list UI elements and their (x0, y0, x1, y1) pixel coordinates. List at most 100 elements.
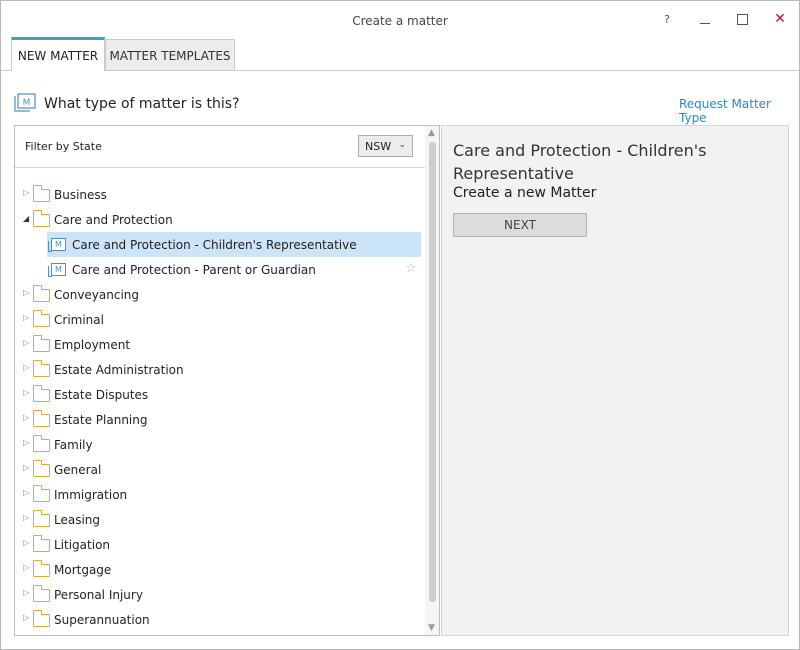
tree-folder-litigation[interactable]: ▷ Litigation (15, 532, 425, 557)
tree-item-label: Conveyancing (54, 288, 140, 302)
expand-arrow-icon[interactable]: ▷ (23, 463, 29, 472)
scroll-up-icon[interactable]: ▲ (428, 128, 435, 138)
title-bar[interactable]: Create a matter ? ✕ (1, 1, 799, 39)
tree-item-label: Care and Protection - Children's Represe… (72, 238, 357, 252)
tree-folder-estate-disputes[interactable]: ▷ Estate Disputes (15, 382, 425, 407)
selected-matter-subtitle: Create a new Matter (453, 185, 597, 201)
expand-arrow-icon[interactable]: ▷ (23, 613, 29, 622)
tree-folder-estate-administration[interactable]: ▷ Estate Administration (15, 357, 425, 382)
tree-item-label: Estate Planning (54, 413, 148, 427)
tree-item-label: Care and Protection - Parent or Guardian (72, 263, 316, 277)
tree-folder-general[interactable]: ▷ General (15, 457, 425, 482)
tree-item-label: General (54, 463, 102, 477)
folder-icon (32, 435, 50, 452)
matter-type-tree-panel: Filter by State NSW ⌄ ▷ Business ◢ Care … (14, 125, 440, 636)
tree-item-label: Criminal (54, 313, 104, 327)
filter-by-state-label: Filter by State (25, 140, 102, 153)
tree-folder-estate-planning[interactable]: ▷ Estate Planning (15, 407, 425, 432)
favorite-star-icon[interactable]: ☆ (405, 261, 417, 276)
tree-item-label: Litigation (54, 538, 111, 552)
tree-folder-business[interactable]: ▷ Business (15, 182, 425, 207)
tree-scrollbar[interactable]: ▲ ▼ (425, 126, 439, 635)
folder-icon (32, 210, 50, 227)
window-title: Create a matter (352, 14, 448, 28)
folder-icon (32, 360, 50, 377)
svg-text:M: M (23, 98, 31, 108)
folder-icon (32, 560, 50, 577)
tree-folder-immigration[interactable]: ▷ Immigration (15, 482, 425, 507)
folder-icon (32, 535, 50, 552)
tree-item-label: Care and Protection (54, 213, 173, 227)
expand-arrow-icon[interactable]: ▷ (23, 588, 29, 597)
matter-icon: M (48, 238, 66, 252)
state-dropdown-value: NSW (365, 139, 392, 153)
folder-icon (32, 410, 50, 427)
tree-folder-employment[interactable]: ▷ Employment (15, 332, 425, 357)
next-button[interactable]: NEXT (453, 213, 587, 237)
expand-arrow-icon[interactable]: ▷ (23, 438, 29, 447)
maximize-button[interactable] (732, 9, 752, 29)
filter-bar: Filter by State NSW ⌄ (15, 126, 425, 168)
expand-arrow-icon[interactable]: ▷ (23, 288, 29, 297)
tree-folder-leasing[interactable]: ▷ Leasing (15, 507, 425, 532)
expand-arrow-icon[interactable]: ▷ (23, 188, 29, 197)
matter-type-tree: ▷ Business ◢ Care and Protection M Care … (15, 182, 425, 632)
tree-item-label: Mortgage (54, 563, 112, 577)
folder-icon (32, 610, 50, 627)
folder-icon (32, 185, 50, 202)
expand-arrow-icon[interactable]: ▷ (23, 388, 29, 397)
tree-matter-parent-or-guardian[interactable]: M Care and Protection - Parent or Guardi… (15, 257, 425, 282)
collapse-arrow-icon[interactable]: ◢ (23, 214, 29, 223)
state-dropdown[interactable]: NSW ⌄ (358, 135, 413, 157)
scroll-down-icon[interactable]: ▼ (428, 623, 435, 633)
folder-icon (32, 310, 50, 327)
tree-item-label: Estate Administration (54, 363, 184, 377)
expand-arrow-icon[interactable]: ▷ (23, 488, 29, 497)
expand-arrow-icon[interactable]: ▷ (23, 363, 29, 372)
expand-arrow-icon[interactable]: ▷ (23, 313, 29, 322)
scroll-thumb[interactable] (429, 142, 436, 602)
expand-arrow-icon[interactable]: ▷ (23, 338, 29, 347)
tree-item-label: Immigration (54, 488, 128, 502)
close-button[interactable]: ✕ (770, 9, 790, 29)
expand-arrow-icon[interactable]: ▷ (23, 513, 29, 522)
folder-icon (32, 485, 50, 502)
tree-folder-family[interactable]: ▷ Family (15, 432, 425, 457)
tree-folder-personal-injury[interactable]: ▷ Personal Injury (15, 582, 425, 607)
create-matter-window: Create a matter ? ✕ NEW MATTER MATTER TE… (0, 0, 800, 650)
tree-item-label: Estate Disputes (54, 388, 149, 402)
minimize-button[interactable] (695, 9, 715, 29)
folder-icon (32, 285, 50, 302)
tree-folder-care-and-protection[interactable]: ◢ Care and Protection (15, 207, 425, 232)
expand-arrow-icon[interactable]: ▷ (23, 538, 29, 547)
folder-icon (32, 585, 50, 602)
matter-type-icon: M (14, 93, 36, 112)
matter-icon: M (48, 263, 66, 277)
tree-item-label: Leasing (54, 513, 101, 527)
matter-detail-panel: Care and Protection - Children's Represe… (441, 125, 789, 636)
tree-item-label: Personal Injury (54, 588, 143, 602)
tab-matter-templates[interactable]: MATTER TEMPLATES (105, 39, 235, 71)
tab-divider (1, 70, 799, 71)
tree-folder-superannuation[interactable]: ▷ Superannuation (15, 607, 425, 632)
expand-arrow-icon[interactable]: ▷ (23, 413, 29, 422)
selected-matter-title: Care and Protection - Children's Represe… (453, 141, 707, 183)
help-button[interactable]: ? (657, 9, 677, 29)
tree-folder-conveyancing[interactable]: ▷ Conveyancing (15, 282, 425, 307)
folder-icon (32, 460, 50, 477)
expand-arrow-icon[interactable]: ▷ (23, 563, 29, 572)
request-matter-type-link[interactable]: Request Matter Type (679, 97, 799, 125)
tab-new-matter[interactable]: NEW MATTER (11, 37, 105, 71)
tree-item-label: Employment (54, 338, 131, 352)
chevron-down-icon: ⌄ (398, 140, 406, 150)
folder-icon (32, 335, 50, 352)
tree-item-label: Business (54, 188, 107, 202)
folder-icon (32, 510, 50, 527)
folder-icon (32, 385, 50, 402)
tree-folder-criminal[interactable]: ▷ Criminal (15, 307, 425, 332)
tree-item-label: Family (54, 438, 93, 452)
tree-matter-childrens-representative[interactable]: M Care and Protection - Children's Repre… (47, 232, 421, 257)
tree-item-label: Superannuation (54, 613, 150, 627)
tree-folder-mortgage[interactable]: ▷ Mortgage (15, 557, 425, 582)
matter-type-question: What type of matter is this? (44, 96, 240, 112)
